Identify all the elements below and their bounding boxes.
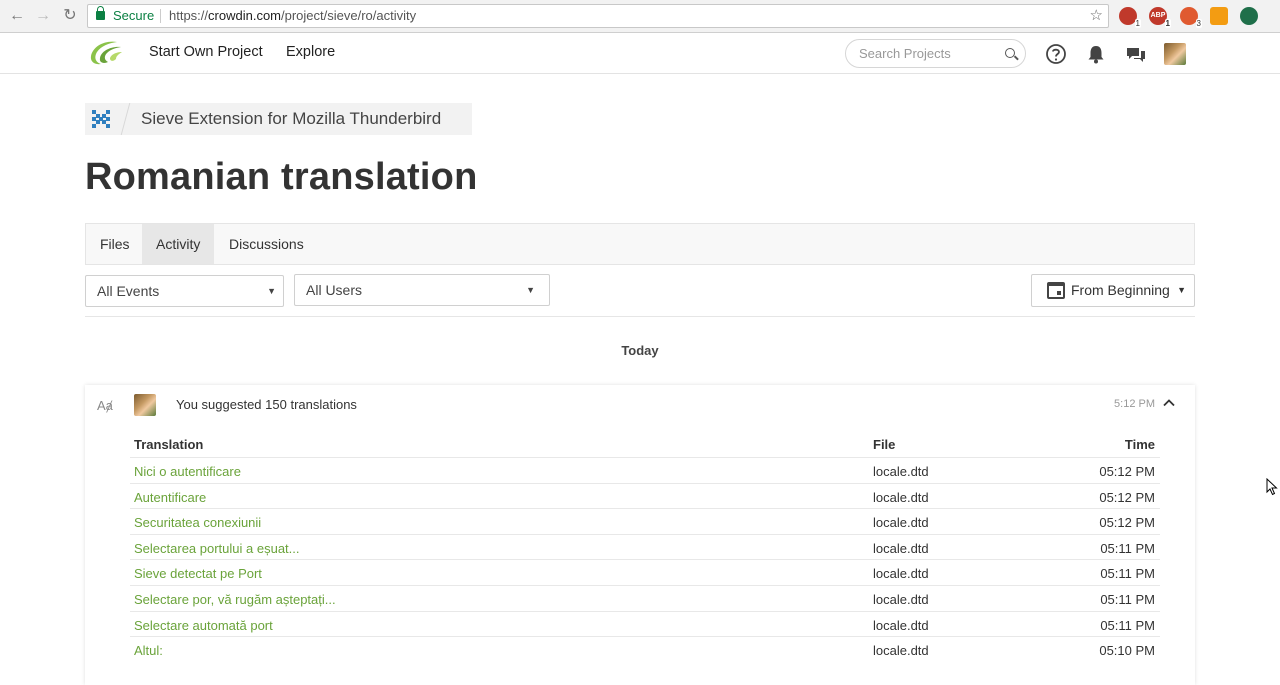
secure-label: Secure <box>113 8 155 23</box>
translation-link[interactable]: Nici o autentificare <box>134 464 241 479</box>
translation-link[interactable]: Altul: <box>134 643 163 658</box>
table-row: Selectare automată port locale.dtd 05:11 P… <box>130 610 1160 637</box>
user-avatar[interactable] <box>1164 43 1186 65</box>
breadcrumb-divider <box>120 103 131 135</box>
messages-icon[interactable] <box>1125 43 1147 65</box>
row-time: 05:12 PM <box>1099 515 1155 531</box>
translation-link[interactable]: Autentificare <box>134 490 206 505</box>
chevron-up-icon[interactable] <box>1163 397 1175 409</box>
users-filter-value: All Users <box>306 282 363 298</box>
dropdown-caret-icon: ▼ <box>267 286 276 296</box>
translation-link[interactable]: Securitatea conexiunii <box>134 515 261 530</box>
row-time: 05:12 PM <box>1099 464 1155 479</box>
file-name: locale.dtd <box>873 540 929 556</box>
page-title: Romanian translation <box>85 156 478 198</box>
row-time: 05:11 PM <box>1100 540 1155 556</box>
activity-card: Aⱥ You suggested 150 translations 5:12 P… <box>85 385 1195 685</box>
project-breadcrumb[interactable]: Sieve Extension for Mozilla Thunderbird <box>85 103 472 135</box>
file-name: locale.dtd <box>873 643 929 659</box>
extension-badge: 3 <box>1195 19 1202 28</box>
column-header-time: Time <box>1124 437 1155 452</box>
row-time: 05:10 PM <box>1099 643 1155 659</box>
tab-discussions[interactable]: Discussions <box>215 224 318 264</box>
extension-badge: 1 <box>1164 19 1171 28</box>
activity-summary: You suggested 150 translations <box>176 397 357 412</box>
search-icon[interactable] <box>1005 48 1015 58</box>
address-separator <box>160 9 161 23</box>
forward-icon[interactable]: → <box>34 7 52 25</box>
mouse-cursor-icon <box>1266 478 1278 496</box>
extension-icon[interactable]: 3 <box>1180 7 1202 28</box>
tab-activity[interactable]: Activity <box>142 224 215 264</box>
file-name: locale.dtd <box>873 464 929 479</box>
file-name: locale.dtd <box>873 489 929 505</box>
url-host: crowdin.com <box>208 8 281 23</box>
url-scheme: https:// <box>169 8 209 23</box>
lock-icon <box>96 6 105 20</box>
row-time: 05:12 PM <box>1099 489 1155 505</box>
calendar-icon <box>1047 282 1065 299</box>
back-icon[interactable]: ← <box>8 7 26 25</box>
notifications-bell-icon[interactable] <box>1085 43 1107 65</box>
file-name: locale.dtd <box>873 566 929 582</box>
table-row: Autentificare locale.dtd 05:12 PM <box>130 482 1160 509</box>
dropdown-caret-icon: ▼ <box>526 285 535 295</box>
tab-bar: Files Activity Discussions <box>85 223 1195 265</box>
table-row: Sieve detectat pe Port locale.dtd 05:11 PM <box>130 559 1160 585</box>
users-filter-select[interactable]: All Users ▼ <box>294 274 550 306</box>
day-heading: Today <box>621 343 659 358</box>
nav-start-own-project[interactable]: Start Own Project <box>149 44 263 60</box>
extension-icon[interactable] <box>1210 7 1228 25</box>
url-text: https://crowdin.com/project/sieve/ro/act… <box>169 5 416 27</box>
file-name: locale.dtd <box>873 592 929 607</box>
project-icon <box>91 109 111 129</box>
table-row: Nici o autentificare locale.dtd 05:12 PM <box>130 457 1160 483</box>
checkmark-extension-icon[interactable] <box>1240 7 1258 25</box>
project-name[interactable]: Sieve Extension for Mozilla Thunderbird <box>141 109 441 129</box>
translate-icon: Aⱥ <box>97 398 113 413</box>
row-time: 05:11 PM <box>1100 617 1155 633</box>
events-filter-select[interactable]: All Events ▼ <box>85 275 284 307</box>
help-icon[interactable] <box>1045 43 1067 65</box>
table-row: Selectarea portului a eșuat... locale.dtd… <box>130 533 1160 560</box>
date-range-label: From Beginning <box>1071 282 1170 298</box>
crowdin-logo-icon[interactable] <box>87 38 123 66</box>
translation-link[interactable]: Selectare automată port <box>134 618 273 633</box>
app-header: Start Own Project Explore <box>0 33 1280 74</box>
address-bar[interactable]: Secure https://crowdin.com/project/sieve… <box>87 4 1109 28</box>
browser-toolbar: ← → ↻ Secure https://crowdin.com/project… <box>0 0 1280 33</box>
extension-badge: 1 <box>1134 19 1141 28</box>
events-filter-value: All Events <box>97 283 160 299</box>
adblock-extension-icon[interactable]: ABP 1 <box>1149 7 1171 28</box>
reload-icon[interactable]: ↻ <box>61 7 79 25</box>
table-row: Selectare por, vă rugăm așteptați... loca… <box>130 585 1160 611</box>
date-range-button[interactable]: From Beginning ▼ <box>1031 274 1195 307</box>
ublock-extension-icon[interactable]: 1 <box>1119 7 1141 28</box>
adblock-icon-text: ABP <box>1150 12 1166 19</box>
column-header-translation: Translation <box>134 437 204 452</box>
row-time: 05:11 PM <box>1100 566 1155 582</box>
table-row: Securitatea conexiunii locale.dtd 05:12 PM <box>130 508 1160 534</box>
file-name: locale.dtd <box>873 515 929 531</box>
translation-link[interactable]: Selectarea portului a eșuat... <box>134 541 300 556</box>
url-path: /project/sieve/ro/activity <box>281 8 417 23</box>
translation-link[interactable]: Sieve detectat pe Port <box>134 566 262 581</box>
search-input[interactable] <box>859 46 999 61</box>
divider <box>85 316 1195 317</box>
table-row: Altul: locale.dtd 05:10 PM <box>130 636 1160 662</box>
search-box[interactable] <box>845 39 1026 68</box>
translation-link[interactable]: Selectare por, vă rugăm așteptați... <box>134 592 336 607</box>
nav-explore[interactable]: Explore <box>286 44 335 60</box>
column-header-file: File <box>873 437 896 452</box>
bookmark-star-icon[interactable]: ☆ <box>1090 5 1103 27</box>
user-avatar[interactable] <box>134 394 156 416</box>
dropdown-caret-icon: ▼ <box>1177 285 1186 295</box>
activity-time: 5:12 PM <box>1114 398 1155 410</box>
row-time: 05:11 PM <box>1100 592 1155 607</box>
file-name: locale.dtd <box>873 617 929 633</box>
tab-files[interactable]: Files <box>86 224 144 264</box>
